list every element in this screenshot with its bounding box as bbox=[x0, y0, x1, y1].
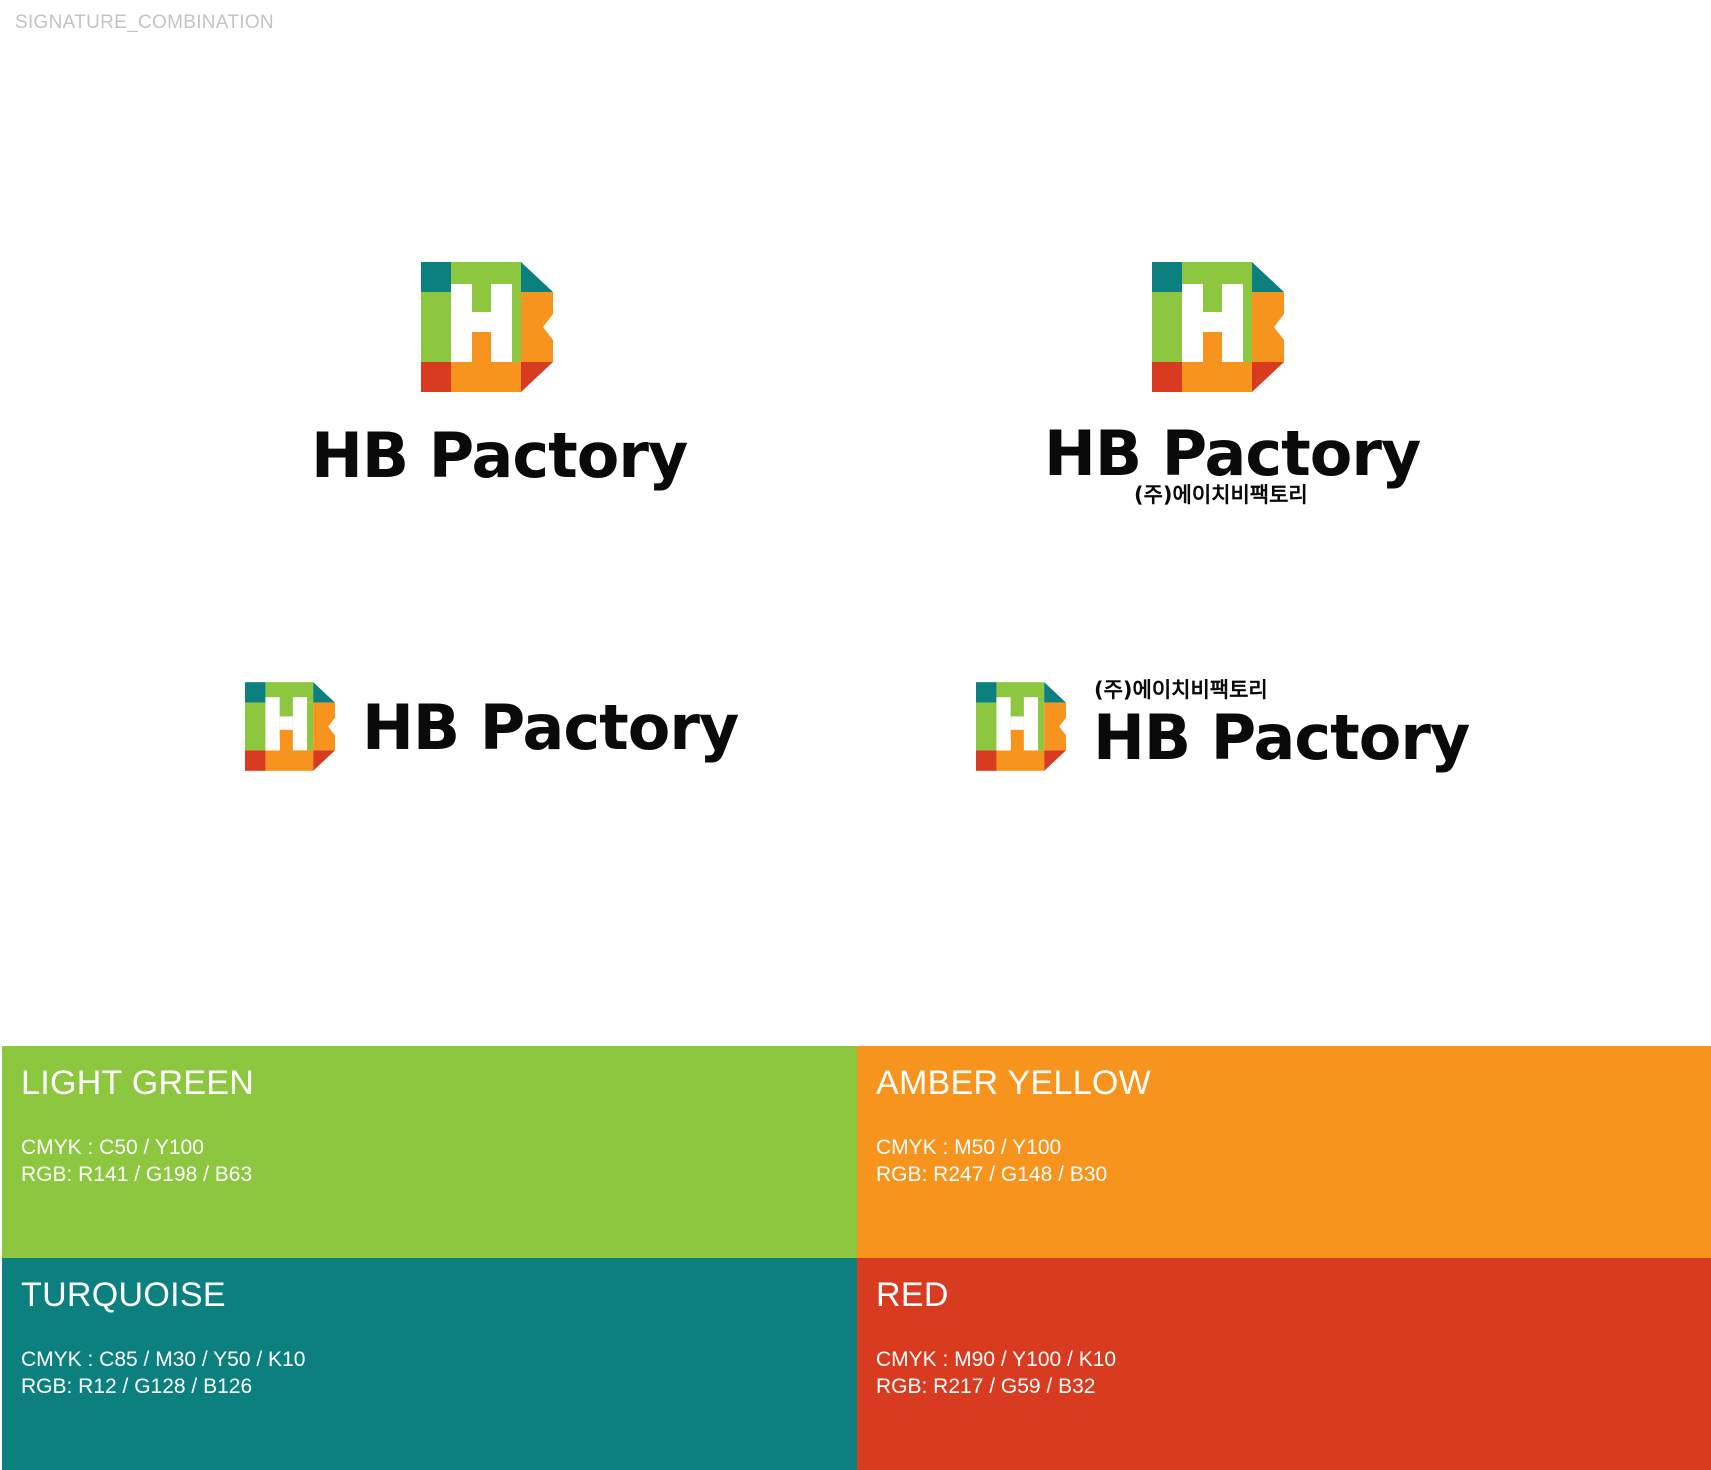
swatch-cmyk: CMYK : C85 / M30 / Y50 / K10 bbox=[21, 1348, 306, 1371]
swatch-cmyk: CMYK : M50 / Y100 bbox=[876, 1136, 1062, 1159]
wordmark: HB Pactory bbox=[311, 419, 688, 492]
swatch-name: AMBER YELLOW bbox=[876, 1064, 1152, 1102]
swatch-cmyk: CMYK : M90 / Y100 / K10 bbox=[876, 1348, 1117, 1371]
wordmark: HB Pactory bbox=[362, 691, 739, 764]
swatch-turquoise: TURQUOISE CMYK : C85 / M30 / Y50 / K10 R… bbox=[2, 1258, 857, 1470]
korean-company-name: (주)에이치비팩토리 bbox=[1134, 483, 1308, 507]
swatch-red: RED CMYK : M90 / Y100 / K10 RGB: R217 / … bbox=[857, 1258, 1711, 1470]
wordmark: HB Pactory bbox=[1044, 417, 1421, 490]
swatch-amber-yellow: AMBER YELLOW CMYK : M50 / Y100 RGB: R247… bbox=[857, 1046, 1711, 1258]
hb-mark-icon bbox=[1152, 262, 1284, 392]
swatch-rgb: RGB: R141 / G198 / B63 bbox=[21, 1163, 253, 1186]
hb-mark-icon bbox=[245, 682, 335, 771]
swatch-name: LIGHT GREEN bbox=[21, 1064, 255, 1102]
wordmark: HB Pactory bbox=[1093, 701, 1470, 774]
korean-company-name: (주)에이치비팩토리 bbox=[1094, 678, 1268, 702]
swatch-cmyk: CMYK : C50 / Y100 bbox=[21, 1136, 204, 1159]
section-label: SIGNATURE_COMBINATION bbox=[15, 12, 274, 33]
swatch-rgb: RGB: R247 / G148 / B30 bbox=[876, 1163, 1108, 1186]
swatch-name: RED bbox=[876, 1276, 949, 1314]
hb-mark-icon bbox=[976, 682, 1066, 771]
hb-mark-icon bbox=[421, 262, 553, 392]
swatch-name: TURQUOISE bbox=[21, 1276, 226, 1314]
swatch-rgb: RGB: R217 / G59 / B32 bbox=[876, 1375, 1096, 1398]
swatch-light-green: LIGHT GREEN CMYK : C50 / Y100 RGB: R141 … bbox=[2, 1046, 857, 1258]
swatch-rgb: RGB: R12 / G128 / B126 bbox=[21, 1375, 253, 1398]
